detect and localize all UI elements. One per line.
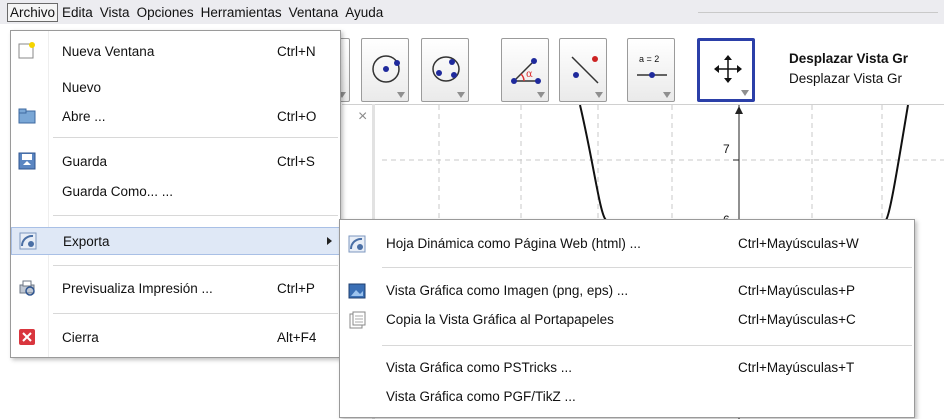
active-tool-title: Desplazar Vista Gr xyxy=(789,51,909,66)
menu-ventana[interactable]: Ventana xyxy=(286,3,342,22)
image-export-icon xyxy=(348,283,366,299)
menu-item-label: Abre ... xyxy=(62,108,106,124)
menu-vista[interactable]: Vista xyxy=(97,3,133,22)
menu-item-label: Guarda Como... ... xyxy=(62,183,174,199)
submenu-item-label: Hoja Dinámica como Página Web (html) ... xyxy=(386,236,641,251)
submenu-item-shortcut: Ctrl+Mayúsculas+W xyxy=(738,236,859,251)
y-axis-label-7: 7 xyxy=(723,142,730,156)
menu-item-exporta[interactable]: Exporta xyxy=(11,227,340,255)
circle-center-point-tool[interactable] xyxy=(361,38,409,102)
slider-label: a = 2 xyxy=(639,54,660,64)
circle-center-point-icon xyxy=(372,55,400,83)
menu-item-label: Nuevo xyxy=(62,79,102,95)
angle-tool[interactable]: α xyxy=(501,38,549,102)
menu-separator xyxy=(53,137,338,138)
perpendicular-line-tool[interactable] xyxy=(559,38,607,102)
file-menu-dropdown: Nueva Ventana Ctrl+N Nuevo Abre ... Ctrl… xyxy=(10,30,341,358)
menu-opciones[interactable]: Opciones xyxy=(134,3,197,22)
submenu-item-clipboard[interactable]: Copia la Vista Gráfica al Portapapeles C… xyxy=(340,306,914,334)
close-app-icon xyxy=(19,329,35,345)
menu-item-previsualiza[interactable]: Previsualiza Impresión ... Ctrl+P xyxy=(11,274,340,302)
dropdown-triangle-icon xyxy=(457,92,465,98)
slider-tool[interactable]: a = 2 xyxy=(627,38,675,102)
menu-ayuda[interactable]: Ayuda xyxy=(342,3,386,22)
html-export-icon xyxy=(348,235,366,253)
open-folder-icon xyxy=(18,108,36,124)
perpendicular-line-icon xyxy=(571,56,599,84)
dropdown-triangle-icon xyxy=(741,90,749,96)
submenu-item-label: Vista Gráfica como Imagen (png, eps) ... xyxy=(386,283,629,298)
menu-separator xyxy=(53,313,338,314)
menu-item-guarda-como[interactable]: Guarda Como... ... xyxy=(11,177,340,205)
save-icon xyxy=(18,152,36,170)
menu-item-abre[interactable]: Abre ... Ctrl+O xyxy=(11,102,340,130)
menu-separator xyxy=(53,215,338,216)
submenu-item-pstricks[interactable]: Vista Gráfica como PSTricks ... Ctrl+May… xyxy=(340,354,914,382)
menu-item-cierra[interactable]: Cierra Alt+F4 xyxy=(11,323,340,351)
circle-three-points-tool[interactable] xyxy=(421,38,469,102)
menu-item-guarda[interactable]: Guarda Ctrl+S xyxy=(11,147,340,175)
submenu-item-image[interactable]: Vista Gráfica como Imagen (png, eps) ...… xyxy=(340,277,914,305)
submenu-item-pgf-tikz[interactable]: Vista Gráfica como PGF/TikZ ... xyxy=(340,383,914,411)
menu-item-label: Exporta xyxy=(63,233,110,249)
export-icon xyxy=(19,232,37,250)
move-graphics-view-tool[interactable] xyxy=(697,38,755,102)
submenu-item-shortcut: Ctrl+Mayúsculas+P xyxy=(738,283,856,298)
menu-separator xyxy=(382,267,912,268)
menu-herramientas[interactable]: Herramientas xyxy=(198,3,285,22)
menu-separator xyxy=(53,265,338,266)
menu-item-shortcut: Ctrl+N xyxy=(277,43,316,59)
circle-three-points-icon xyxy=(432,56,460,82)
menu-item-shortcut: Ctrl+S xyxy=(277,153,315,169)
dropdown-triangle-icon xyxy=(537,92,545,98)
submenu-item-label: Vista Gráfica como PGF/TikZ ... xyxy=(386,389,576,404)
menu-item-label: Previsualiza Impresión ... xyxy=(62,280,213,296)
dropdown-triangle-icon xyxy=(397,92,405,98)
submenu-item-label: Vista Gráfica como PSTricks ... xyxy=(386,360,573,375)
submenu-item-label: Copia la Vista Gráfica al Portapapeles xyxy=(386,312,614,327)
submenu-item-shortcut: Ctrl+Mayúsculas+T xyxy=(738,360,855,375)
move-graphics-view-icon xyxy=(714,55,742,83)
submenu-arrow-icon xyxy=(327,237,332,245)
menu-item-nueva-ventana[interactable]: Nueva Ventana Ctrl+N xyxy=(11,37,340,65)
menu-archivo[interactable]: Archivo xyxy=(7,2,59,22)
menu-item-nuevo[interactable]: Nuevo xyxy=(11,73,340,101)
menu-item-label: Nueva Ventana xyxy=(62,43,155,59)
menu-item-shortcut: Ctrl+O xyxy=(277,108,317,124)
clipboard-icon xyxy=(349,311,366,329)
menu-divider xyxy=(698,12,938,13)
angle-icon: α xyxy=(511,58,541,84)
menu-separator xyxy=(382,345,912,346)
svg-text:α: α xyxy=(526,69,533,80)
menu-item-label: Guarda xyxy=(62,153,108,169)
menu-item-label: Cierra xyxy=(62,329,99,345)
submenu-item-html[interactable]: Hoja Dinámica como Página Web (html) ...… xyxy=(340,230,914,258)
close-view-icon[interactable]: × xyxy=(358,108,367,126)
menu-item-shortcut: Ctrl+P xyxy=(277,280,315,296)
dropdown-triangle-icon xyxy=(595,92,603,98)
dropdown-triangle-icon xyxy=(663,92,671,98)
print-preview-icon xyxy=(19,280,35,296)
submenu-item-shortcut: Ctrl+Mayúsculas+C xyxy=(738,312,856,327)
new-window-icon xyxy=(18,42,35,59)
menu-edita[interactable]: Edita xyxy=(59,3,96,22)
menu-item-shortcut: Alt+F4 xyxy=(277,329,317,345)
active-tool-description: Desplazar Vista Gr xyxy=(789,71,903,86)
export-submenu: Hoja Dinámica como Página Web (html) ...… xyxy=(339,219,915,418)
